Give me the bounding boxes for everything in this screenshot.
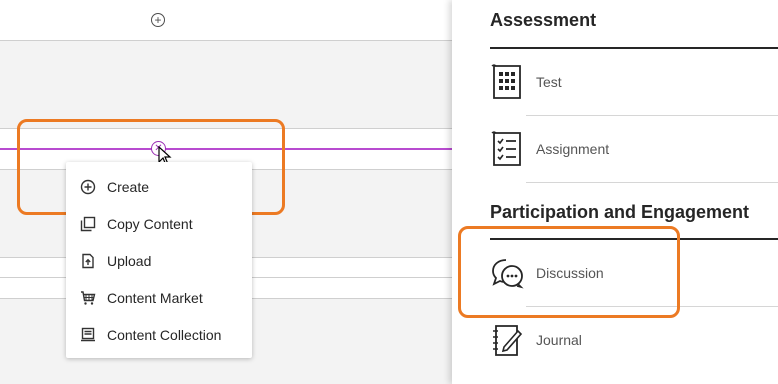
menu-item-content-collection[interactable]: Content Collection xyxy=(66,316,252,353)
journal-icon xyxy=(490,320,524,360)
section-title-participation: Participation and Engagement xyxy=(490,202,750,222)
copy-icon xyxy=(79,215,97,233)
menu-item-label: Create xyxy=(107,178,150,195)
menu-item-upload[interactable]: Upload xyxy=(66,242,252,279)
add-content-icon[interactable]: + xyxy=(151,13,165,27)
panel-item-label: Journal xyxy=(536,332,582,348)
panel-item-assignment[interactable]: Assignment xyxy=(490,116,778,182)
assignment-icon xyxy=(490,129,524,169)
menu-item-label: Upload xyxy=(107,252,152,269)
menu-item-copy-content[interactable]: Copy Content xyxy=(66,205,252,242)
panel-item-label: Test xyxy=(536,74,562,90)
section-title-assessment: Assessment xyxy=(490,10,597,30)
menu-item-label: Content Market xyxy=(107,289,203,306)
panel-item-label: Assignment xyxy=(536,141,610,157)
menu-item-create[interactable]: Create xyxy=(66,168,252,205)
upload-icon xyxy=(79,252,97,270)
menu-item-label: Copy Content xyxy=(107,215,193,232)
add-content-menu: Create Copy Content Upload Content Marke… xyxy=(66,162,252,358)
cart-icon xyxy=(79,289,97,307)
create-item-panel: Assessment Test Assignment Participation… xyxy=(452,0,778,384)
item-divider xyxy=(526,182,778,183)
test-icon xyxy=(490,62,524,102)
menu-item-content-market[interactable]: Content Market xyxy=(66,279,252,316)
content-row xyxy=(0,0,452,41)
plus-circle-icon xyxy=(79,178,97,196)
panel-item-test[interactable]: Test xyxy=(490,49,778,115)
menu-item-label: Content Collection xyxy=(107,326,222,343)
highlight-box xyxy=(458,226,680,318)
collection-icon xyxy=(79,326,97,344)
